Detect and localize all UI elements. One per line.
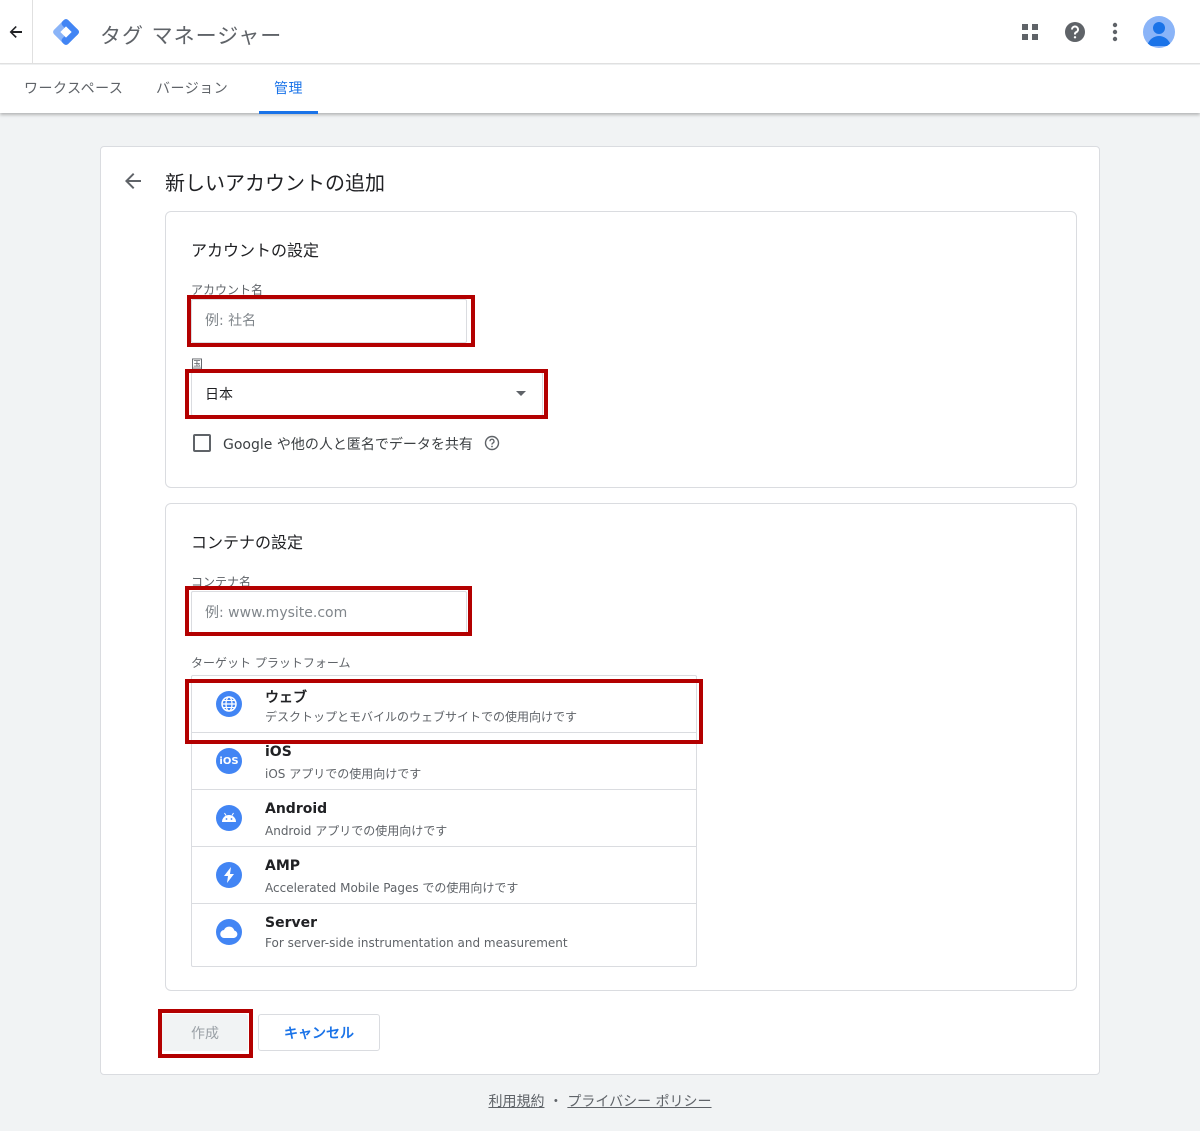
top-app-bar: タグ マネージャー <box>0 0 1200 64</box>
dropdown-caret-icon <box>516 391 526 396</box>
platform-item-web[interactable]: ウェブ デスクトップとモバイルのウェブサイトでの使用向けです <box>192 676 696 733</box>
back-arrow-icon <box>9 26 22 38</box>
user-avatar-icon <box>1147 22 1171 46</box>
more-options-button[interactable] <box>1103 20 1127 44</box>
back-button[interactable] <box>0 0 33 64</box>
account-name-label: アカウント名 <box>191 283 264 297</box>
platform-name: AMP <box>265 858 301 874</box>
tab-admin[interactable]: 管理 <box>274 65 303 113</box>
active-tab-indicator <box>259 111 318 114</box>
platform-desc: デスクトップとモバイルのウェブサイトでの使用向けです <box>265 710 578 724</box>
tag-manager-logo[interactable] <box>50 16 82 48</box>
country-selected-value: 日本 <box>205 387 233 403</box>
container-name-input[interactable] <box>205 605 466 621</box>
page-title: 新しいアカウントの追加 <box>165 171 385 195</box>
avatar[interactable] <box>1143 16 1175 48</box>
country-label: 国 <box>191 357 204 371</box>
apps-grid-icon <box>1022 24 1038 40</box>
container-settings-section: コンテナの設定 コンテナ名 ターゲット プラットフォーム ウェブ デス <box>165 503 1077 991</box>
footer: 利用規約 ・ プライバシー ポリシー <box>0 1091 1200 1111</box>
container-name-field <box>191 591 467 635</box>
tab-workspace[interactable]: ワークスペース <box>24 65 123 113</box>
account-name-input[interactable] <box>205 313 466 329</box>
account-name-field <box>191 299 467 343</box>
privacy-link[interactable]: プライバシー ポリシー <box>567 1094 711 1110</box>
terms-link[interactable]: 利用規約 <box>488 1094 544 1110</box>
platform-list: ウェブ デスクトップとモバイルのウェブサイトでの使用向けです iOS iOS i… <box>191 675 697 967</box>
apps-grid-button[interactable] <box>1018 20 1042 44</box>
add-account-card: 新しいアカウントの追加 アカウントの設定 アカウント名 国 日本 Google … <box>100 146 1100 1075</box>
platform-desc: Accelerated Mobile Pages での使用向けです <box>265 881 519 895</box>
globe-icon <box>216 691 242 717</box>
create-button[interactable]: 作成 <box>162 1014 248 1051</box>
platform-name: Server <box>265 915 318 931</box>
account-settings-section: アカウントの設定 アカウント名 国 日本 Google や他の人と匿名でデータを… <box>165 211 1077 488</box>
target-platform-label: ターゲット プラットフォーム <box>191 656 351 670</box>
tab-versions[interactable]: バージョン <box>156 65 228 113</box>
platform-desc: Android アプリでの使用向けです <box>265 824 448 838</box>
nav-tabs: ワークスペース バージョン 管理 <box>0 65 1200 114</box>
footer-separator: ・ <box>548 1094 563 1110</box>
share-data-label: Google や他の人と匿名でデータを共有 <box>223 437 473 453</box>
container-name-label: コンテナ名 <box>191 575 252 589</box>
platform-desc: For server-side instrumentation and meas… <box>265 936 568 950</box>
platform-name: Android <box>265 801 328 817</box>
platform-name: ウェブ <box>265 690 307 706</box>
platform-name: iOS <box>265 744 292 760</box>
card-back-arrow-icon[interactable] <box>121 169 145 193</box>
cancel-button[interactable]: キャンセル <box>258 1014 380 1051</box>
ios-icon: iOS <box>216 748 242 774</box>
container-section-title: コンテナの設定 <box>191 533 304 552</box>
country-select[interactable]: 日本 <box>191 372 543 416</box>
help-icon <box>1065 22 1085 42</box>
platform-item-android[interactable]: Android Android アプリでの使用向けです <box>192 790 696 847</box>
account-section-title: アカウントの設定 <box>191 241 320 260</box>
more-vert-icon <box>1112 22 1118 42</box>
platform-item-ios[interactable]: iOS iOS iOS アプリでの使用向けです <box>192 733 696 790</box>
share-data-checkbox[interactable] <box>193 434 211 452</box>
amp-bolt-icon <box>216 862 242 888</box>
platform-item-server[interactable]: Server For server-side instrumentation a… <box>192 904 696 961</box>
help-button[interactable] <box>1063 20 1087 44</box>
help-outline-icon[interactable] <box>484 435 500 451</box>
app-title: タグ マネージャー <box>100 24 283 48</box>
android-icon <box>216 805 242 831</box>
platform-desc: iOS アプリでの使用向けです <box>265 767 422 781</box>
cloud-icon <box>216 919 242 945</box>
platform-item-amp[interactable]: AMP Accelerated Mobile Pages での使用向けです <box>192 847 696 904</box>
